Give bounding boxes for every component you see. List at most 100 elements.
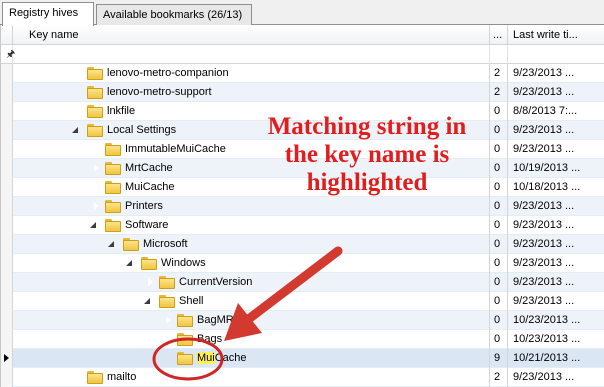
row-header[interactable] — [1, 159, 13, 178]
expand-arrow-icon[interactable] — [93, 163, 99, 173]
row-header[interactable] — [1, 349, 13, 368]
tab-registry-hives[interactable]: Registry hives — [2, 2, 94, 26]
registry-grid: Key name ... Last write ti... 🖈 lenovo-m… — [0, 25, 604, 387]
key-name-label: Software — [125, 219, 169, 231]
last-write-time-cell: 10/23/2013 ... — [513, 333, 581, 345]
folder-icon — [177, 333, 193, 346]
key-name-cell[interactable]: Microsoft — [13, 235, 490, 254]
tree-row[interactable]: MuiCache 9 10/21/2013 ... — [1, 349, 604, 368]
tree-row[interactable]: Bags 0 10/23/2013 ... — [1, 330, 604, 349]
tree-row[interactable]: Printers 0 9/23/2013 ... — [1, 197, 604, 216]
folder-icon — [177, 352, 193, 365]
row-header[interactable] — [1, 273, 13, 292]
last-write-time-cell: 9/23/2013 ... — [513, 219, 575, 231]
expand-arrow-icon[interactable] — [165, 334, 171, 344]
tree-row[interactable]: Windows 0 9/23/2013 ... — [1, 254, 604, 273]
row-header[interactable] — [1, 368, 13, 387]
key-name-label: MuiCache — [197, 352, 247, 364]
value-count-cell: 0 — [490, 273, 508, 292]
expand-arrow-icon[interactable] — [93, 201, 99, 211]
key-name-label: Local Settings — [107, 124, 177, 136]
expand-arrow-icon[interactable] — [165, 315, 171, 325]
expand-arrow-icon[interactable] — [147, 277, 153, 287]
row-header[interactable] — [1, 216, 13, 235]
filter-count-input[interactable] — [490, 45, 508, 64]
last-write-time-cell: 9/23/2013 ... — [513, 124, 575, 136]
key-name-label: MuiCache — [125, 181, 175, 193]
last-write-time-cell: 10/23/2013 ... — [513, 314, 581, 326]
row-header[interactable] — [1, 330, 13, 349]
key-name-cell[interactable]: lenovo-metro-support — [13, 83, 490, 102]
tab-available-bookmarks[interactable]: Available bookmarks (26/13) — [96, 4, 252, 25]
key-name-cell[interactable]: CurrentVersion — [13, 273, 490, 292]
row-header[interactable] — [1, 235, 13, 254]
key-name-cell[interactable]: Printers — [13, 197, 490, 216]
row-header[interactable] — [1, 292, 13, 311]
row-header[interactable] — [1, 197, 13, 216]
key-name-cell[interactable]: lenovo-metro-companion — [13, 64, 490, 83]
filter-row: 🖈 — [1, 45, 604, 64]
key-name-cell[interactable]: Bags — [13, 330, 490, 349]
tree-row[interactable]: Shell 0 9/23/2013 ... — [1, 292, 604, 311]
key-name-label: CurrentVersion — [179, 276, 253, 288]
last-write-time-cell: 10/19/2013 ... — [513, 162, 581, 174]
last-write-time-cell: 9/23/2013 ... — [513, 143, 575, 155]
key-name-cell[interactable]: Windows — [13, 254, 490, 273]
tree-row[interactable]: lenovo-metro-companion 2 9/23/2013 ... — [1, 64, 604, 83]
column-header-key-name[interactable]: Key name — [13, 25, 490, 45]
row-header[interactable] — [1, 140, 13, 159]
key-name-cell[interactable]: BagMRU — [13, 311, 490, 330]
value-count-cell: 0 — [490, 216, 508, 235]
key-name-label: lenovo-metro-companion — [107, 67, 229, 79]
row-header[interactable] — [1, 83, 13, 102]
tree-row[interactable]: lenovo-metro-support 2 9/23/2013 ... — [1, 83, 604, 102]
column-header-count[interactable]: ... — [490, 25, 508, 45]
filter-key-name-input[interactable] — [13, 45, 490, 64]
last-write-time-cell: 9/23/2013 ... — [513, 67, 575, 79]
key-name-label: ImmutableMuiCache — [125, 143, 226, 155]
key-name-label: Shell — [179, 295, 204, 307]
folder-icon — [105, 181, 121, 194]
value-count-cell: 0 — [490, 330, 508, 349]
row-header[interactable] — [1, 178, 13, 197]
column-header-last-write[interactable]: Last write ti... — [508, 25, 604, 45]
collapse-arrow-icon[interactable] — [144, 298, 150, 304]
value-count-cell: 0 — [490, 140, 508, 159]
expand-arrow-icon[interactable] — [93, 144, 99, 154]
collapse-arrow-icon[interactable] — [126, 260, 132, 266]
last-write-time-cell: 9/23/2013 ... — [513, 295, 575, 307]
folder-icon — [87, 86, 103, 99]
folder-icon — [105, 162, 121, 175]
row-header[interactable] — [1, 121, 13, 140]
tree-row[interactable]: CurrentVersion 0 9/23/2013 ... — [1, 273, 604, 292]
collapse-arrow-icon[interactable] — [72, 127, 78, 133]
key-name-cell[interactable]: MuiCache — [13, 349, 490, 368]
filter-date-input[interactable] — [508, 45, 604, 64]
value-count-cell: 2 — [490, 64, 508, 83]
row-header[interactable] — [1, 102, 13, 121]
last-write-time-cell: 10/18/2013 ... — [513, 181, 581, 193]
collapse-arrow-icon[interactable] — [90, 222, 96, 228]
row-header[interactable] — [1, 311, 13, 330]
collapse-arrow-icon[interactable] — [108, 241, 114, 247]
expand-arrow-icon[interactable] — [75, 106, 81, 116]
folder-icon — [105, 200, 121, 213]
tree-row[interactable]: Microsoft 0 9/23/2013 ... — [1, 235, 604, 254]
tree-row[interactable]: mailto 2 9/23/2013 ... — [1, 368, 604, 387]
key-name-label: MrtCache — [125, 162, 173, 174]
folder-icon — [87, 105, 103, 118]
search-match-highlight: Mui — [197, 352, 215, 364]
expand-arrow-icon[interactable] — [93, 182, 99, 192]
key-name-cell[interactable]: Shell — [13, 292, 490, 311]
tree-row[interactable]: BagMRU 0 10/23/2013 ... — [1, 311, 604, 330]
row-header[interactable] — [1, 64, 13, 83]
folder-icon — [177, 314, 193, 327]
value-count-cell: 2 — [490, 83, 508, 102]
tree-row[interactable]: Software 0 9/23/2013 ... — [1, 216, 604, 235]
key-name-cell[interactable]: mailto — [13, 368, 490, 387]
grid-header: Key name ... Last write ti... — [1, 25, 604, 45]
folder-icon — [105, 143, 121, 156]
key-name-cell[interactable]: Software — [13, 216, 490, 235]
folder-icon — [87, 124, 103, 137]
row-header[interactable] — [1, 254, 13, 273]
